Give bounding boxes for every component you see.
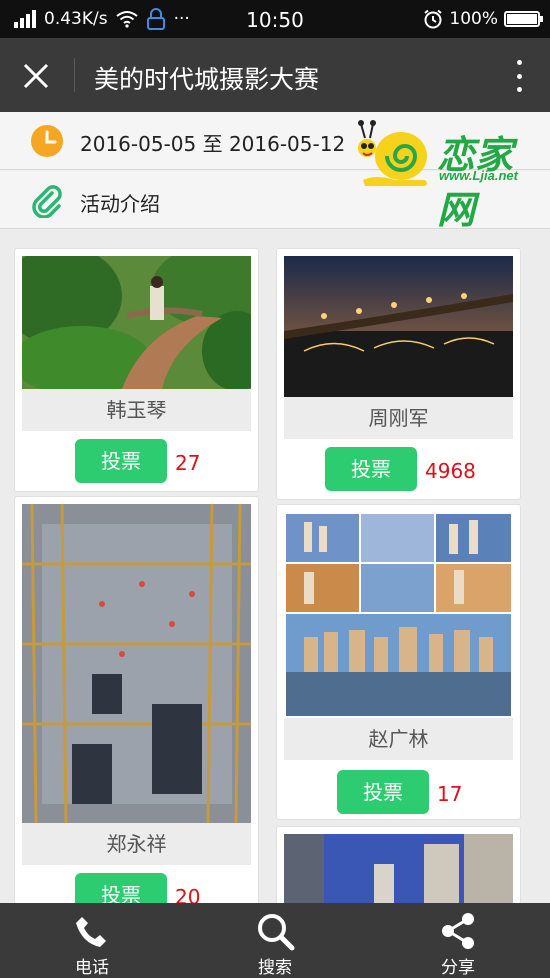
vote-button[interactable]: 投票 xyxy=(337,770,429,814)
more-dot xyxy=(516,87,522,92)
phone-icon xyxy=(76,917,106,947)
search-icon xyxy=(258,914,295,951)
entry-photo[interactable] xyxy=(284,512,513,718)
share-icon xyxy=(442,913,474,949)
more-options-button[interactable] xyxy=(504,58,534,94)
app-bar-divider xyxy=(74,58,75,92)
nav-phone-label: 电话 xyxy=(75,958,109,978)
vote-button[interactable]: 投票 xyxy=(325,447,417,491)
entry-photo[interactable] xyxy=(284,256,513,397)
battery-percent: 100% xyxy=(449,9,498,29)
entry-name: 韩玉琴 xyxy=(22,389,251,431)
vote-count: 4968 xyxy=(425,459,476,483)
entry-card[interactable]: 周刚军 投票 4968 xyxy=(276,248,521,500)
nav-search-label: 搜索 xyxy=(258,958,292,978)
entry-name: 周刚军 xyxy=(284,397,513,439)
entry-photo[interactable] xyxy=(22,504,251,823)
more-dot xyxy=(516,73,522,79)
entry-name: 赵广林 xyxy=(284,718,513,760)
clock-icon xyxy=(31,125,63,157)
entry-card[interactable]: 郑永祥 投票 20 xyxy=(14,496,259,917)
alarm-icon xyxy=(424,9,443,29)
logo-url: www.Ljia.net xyxy=(439,168,518,183)
page-title: 美的时代城摄影大赛 xyxy=(94,65,320,94)
garden-path-image xyxy=(22,256,251,389)
more-dot xyxy=(516,60,522,65)
entry-card[interactable]: 韩玉琴 投票 27 xyxy=(14,248,259,492)
status-right: 100% xyxy=(423,0,543,38)
entry-photo[interactable] xyxy=(22,256,251,389)
entry-name: 郑永祥 xyxy=(22,823,251,865)
nav-share-label: 分享 xyxy=(441,958,475,978)
event-intro-label: 活动介绍 xyxy=(80,192,160,216)
apartment-towers-image xyxy=(284,834,513,914)
close-button[interactable] xyxy=(14,54,58,98)
vote-count: 27 xyxy=(175,451,201,475)
entry-card[interactable]: 赵广林 投票 17 xyxy=(276,504,521,820)
nav-search[interactable]: 搜索 xyxy=(225,903,325,978)
snail-mascot-icon xyxy=(358,120,427,186)
entry-photo[interactable] xyxy=(284,834,513,914)
bottom-nav: 电话 搜索 分享 xyxy=(0,903,550,978)
app-bar: 美的时代城摄影大赛 xyxy=(0,38,550,112)
night-bridge-image xyxy=(284,256,513,397)
event-date-range: 2016-05-05 至 2016-05-12 xyxy=(80,132,346,156)
ljia-logo: 恋家网 www.Ljia.net xyxy=(355,118,545,232)
city-collage-image xyxy=(284,512,513,718)
vote-count: 17 xyxy=(437,782,463,806)
nav-share[interactable]: 分享 xyxy=(408,903,508,978)
nav-phone[interactable]: 电话 xyxy=(42,903,142,978)
construction-site-image xyxy=(22,504,251,823)
close-icon xyxy=(23,63,49,89)
vote-button[interactable]: 投票 xyxy=(75,439,167,483)
status-bar: 0.43K/s ··· 10:50 100% xyxy=(0,0,550,38)
paperclip-icon xyxy=(32,185,62,218)
battery-icon xyxy=(504,11,543,27)
